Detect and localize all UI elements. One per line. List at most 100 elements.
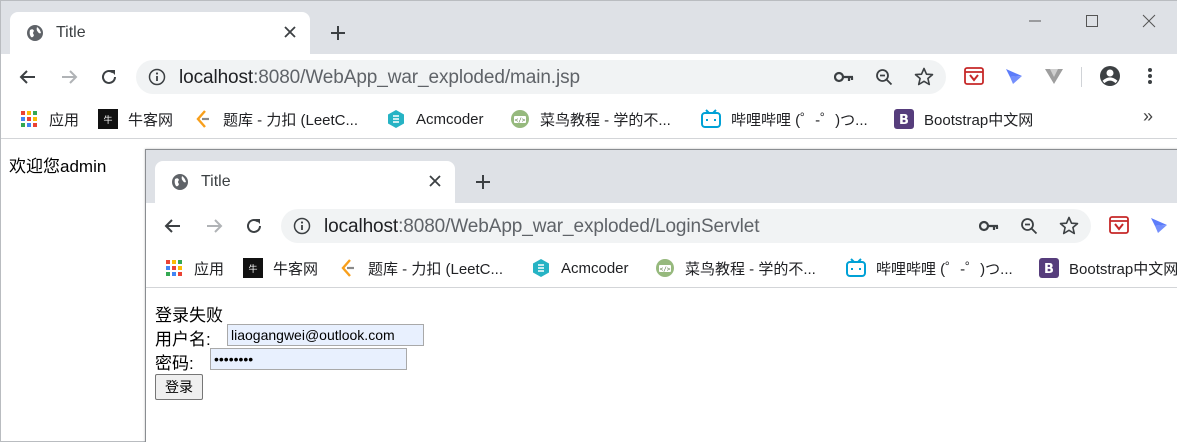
account-icon[interactable]: [1099, 65, 1121, 87]
bookmark-bootstrap[interactable]: B Bootstrap中文网: [894, 108, 1033, 130]
svg-text:B: B: [1044, 262, 1054, 277]
bookmark-label: 题库 - 力扣 (LeetC...: [223, 111, 359, 129]
bookmark-leetcode[interactable]: 题库 - 力扣 (LeetC...: [193, 108, 358, 130]
new-tab-button[interactable]: [471, 170, 495, 194]
bootstrap-icon: B: [1039, 258, 1059, 278]
svg-text:</>: </>: [660, 266, 671, 273]
bookmark-label: 题库 - 力扣 (LeetC...: [368, 260, 504, 278]
bookmark-apps[interactable]: 应用: [164, 257, 224, 279]
svg-text:牛: 牛: [248, 263, 257, 275]
bookmark-acmcoder[interactable]: Acmcoder: [531, 257, 629, 279]
bookmark-label: 哔哩哔哩 (゜-゜)つ...: [731, 111, 868, 129]
extension-icon-2[interactable]: [1148, 214, 1170, 236]
url-text[interactable]: localhost:8080/WebApp_war_exploded/Login…: [324, 216, 760, 238]
bookmark-runoob[interactable]: </> 菜鸟教程 - 学的不...: [655, 257, 816, 279]
url-host: localhost: [179, 67, 254, 88]
menu-icon[interactable]: [1139, 65, 1161, 87]
nowcoder-icon: 牛: [243, 258, 263, 278]
bookmark-bilibili[interactable]: 哔哩哔哩 (゜-゜)つ...: [846, 257, 1013, 279]
password-input[interactable]: [210, 348, 407, 370]
minimize-button[interactable]: [1023, 9, 1047, 33]
bookmark-nowcoder[interactable]: 牛 牛客网: [243, 257, 318, 279]
url-text[interactable]: localhost:8080/WebApp_war_exploded/main.…: [179, 67, 580, 89]
bookmarks-bar: 应用 牛 牛客网 题库 - 力扣 (LeetC... Acmcoder </> …: [1, 100, 1177, 139]
globe-icon: [171, 173, 189, 191]
bootstrap-icon: B: [894, 109, 914, 129]
bookmark-bootstrap[interactable]: B Bootstrap中文网: [1039, 257, 1177, 279]
tab-title[interactable]: Title: [155, 161, 455, 203]
username-input[interactable]: [227, 324, 424, 346]
login-page-content: 登录失败 用户名: 密码: 登录: [146, 289, 1177, 442]
info-icon[interactable]: [148, 68, 166, 86]
info-icon[interactable]: [293, 217, 311, 235]
forward-button[interactable]: [202, 214, 226, 238]
username-label: 用户名:: [155, 330, 211, 349]
svg-text:牛: 牛: [103, 114, 112, 126]
tab-strip: Title: [1, 1, 1177, 54]
toolbar: localhost:8080/WebApp_war_exploded/main.…: [1, 54, 1177, 100]
extension-icon-3[interactable]: [1043, 65, 1065, 87]
password-label: 密码:: [155, 354, 194, 373]
bookmark-label: Bootstrap中文网: [1069, 260, 1177, 278]
bookmark-label: 牛客网: [128, 111, 174, 129]
address-bar[interactable]: localhost:8080/WebApp_war_exploded/main.…: [136, 60, 946, 94]
key-icon[interactable]: [979, 216, 999, 236]
key-icon[interactable]: [834, 67, 854, 87]
reload-button[interactable]: [97, 65, 121, 89]
close-tab-icon[interactable]: [425, 171, 445, 191]
zoom-out-icon[interactable]: [1019, 216, 1039, 236]
bookmark-label: Acmcoder: [416, 110, 484, 128]
bookmarks-bar: 应用 牛 牛客网 题库 - 力扣 (LeetC... Acmcoder </> …: [146, 249, 1177, 288]
toolbar: localhost:8080/WebApp_war_exploded/Login…: [146, 203, 1177, 249]
bookmark-label: Acmcoder: [561, 259, 629, 277]
close-window-button[interactable]: [1137, 9, 1161, 33]
maximize-button[interactable]: [1080, 9, 1104, 33]
bookmark-runoob[interactable]: </> 菜鸟教程 - 学的不...: [510, 108, 671, 130]
extension-icon-1[interactable]: [1108, 214, 1130, 236]
tab-strip: Title: [146, 150, 1177, 203]
bookmark-label: 哔哩哔哩 (゜-゜)つ...: [876, 260, 1013, 278]
bookmark-star-icon[interactable]: [1059, 216, 1079, 236]
bookmark-apps[interactable]: 应用: [19, 108, 79, 130]
acmcoder-icon: [531, 258, 551, 278]
bookmark-label: 菜鸟教程 - 学的不...: [540, 111, 671, 129]
bookmark-label: 应用: [194, 260, 225, 278]
nowcoder-icon: 牛: [98, 109, 118, 129]
inner-browser-window: Title localhost:8080/WebApp_war_exploded…: [145, 149, 1177, 442]
login-button[interactable]: 登录: [155, 374, 203, 400]
bookmark-star-icon[interactable]: [914, 67, 934, 87]
acmcoder-icon: [386, 109, 406, 129]
welcome-message: 欢迎您admin: [9, 157, 107, 176]
svg-text:B: B: [899, 113, 909, 128]
login-status-message: 登录失败: [155, 306, 223, 325]
bilibili-icon: [846, 258, 866, 278]
zoom-out-icon[interactable]: [874, 67, 894, 87]
apps-grid-icon: [19, 109, 39, 129]
extension-icon-2[interactable]: [1003, 65, 1025, 87]
bookmark-label: 牛客网: [273, 260, 319, 278]
svg-text:</>: </>: [515, 117, 526, 124]
close-tab-icon[interactable]: [280, 22, 300, 42]
back-button[interactable]: [161, 214, 185, 238]
bookmark-label: Bootstrap中文网: [924, 111, 1034, 129]
runoob-icon: </>: [655, 258, 675, 278]
reload-button[interactable]: [242, 214, 266, 238]
runoob-icon: </>: [510, 109, 530, 129]
extension-icon-1[interactable]: [963, 65, 985, 87]
bookmark-label: 应用: [49, 111, 80, 129]
bookmark-label: 菜鸟教程 - 学的不...: [685, 260, 816, 278]
address-bar[interactable]: localhost:8080/WebApp_war_exploded/Login…: [281, 209, 1091, 243]
bookmarks-overflow-button[interactable]: »: [1143, 106, 1153, 127]
forward-button[interactable]: [57, 65, 81, 89]
bilibili-icon: [701, 109, 721, 129]
bookmark-leetcode[interactable]: 题库 - 力扣 (LeetC...: [338, 257, 503, 279]
bookmark-nowcoder[interactable]: 牛 牛客网: [98, 108, 173, 130]
tab-title[interactable]: Title: [10, 12, 310, 54]
url-path: :8080/WebApp_war_exploded/LoginServlet: [398, 216, 760, 237]
back-button[interactable]: [16, 65, 40, 89]
new-tab-button[interactable]: [326, 21, 350, 45]
globe-icon: [26, 24, 44, 42]
bookmark-bilibili[interactable]: 哔哩哔哩 (゜-゜)つ...: [701, 108, 868, 130]
bookmark-acmcoder[interactable]: Acmcoder: [386, 108, 484, 130]
url-path: :8080/WebApp_war_exploded/main.jsp: [253, 67, 580, 88]
